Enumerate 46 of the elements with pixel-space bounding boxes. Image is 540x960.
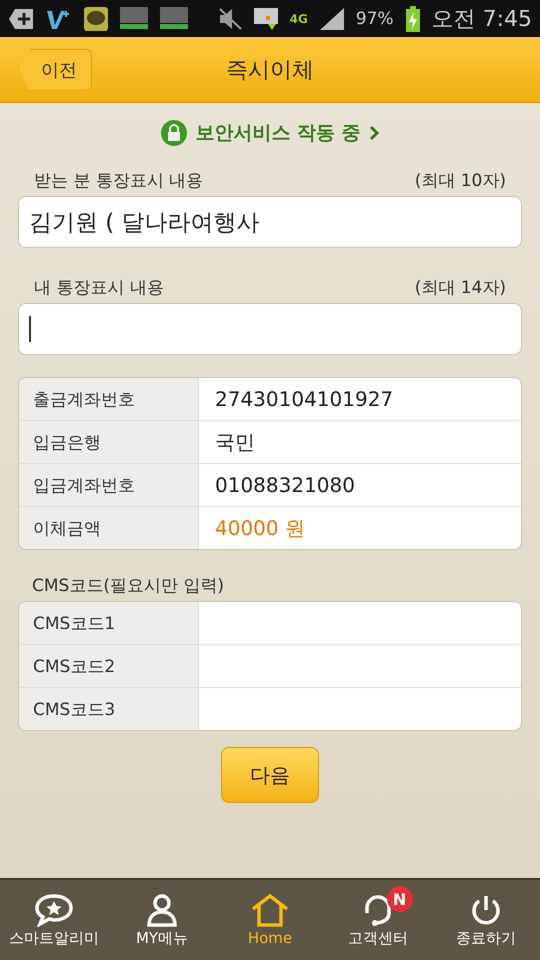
add-icon [8, 8, 34, 30]
text-cursor [29, 316, 31, 342]
max-length-hint: (최대 14자) [414, 277, 506, 299]
chat-star-icon [34, 892, 74, 926]
nav-tab[interactable]: N 고객센터 [324, 880, 432, 960]
field-label: 내 통장표시 내용 [34, 277, 164, 299]
row-label: 입금은행 [19, 421, 199, 463]
clock: 오전 7:45 [432, 6, 532, 34]
card-icon [120, 6, 148, 30]
home-icon [250, 893, 290, 927]
nav-tab[interactable]: Home [216, 880, 324, 960]
screen-title: 즉시이체 [226, 58, 314, 82]
row-value: 01088321080 [214, 472, 356, 499]
row-label: 출금계좌번호 [19, 378, 199, 420]
person-icon [145, 892, 179, 926]
input-value: 김기원 ( 달나라여행사 [29, 208, 260, 238]
battery-charging-icon [406, 6, 420, 32]
section-title: CMS코드(필요시만 입력) [31, 575, 225, 597]
row-label: 이체금액 [19, 507, 199, 549]
network-type: 4G [290, 12, 308, 26]
field-label: 받는 분 통장표시 내용 [34, 170, 204, 192]
mute-icon [218, 8, 242, 30]
amount-value: 40000 원 [214, 514, 306, 542]
row-label: CMS코드2 [19, 645, 199, 687]
signal-icon [320, 8, 344, 30]
nav-tab[interactable]: 스마트알리미 [0, 880, 108, 960]
text-input-field[interactable] [18, 303, 522, 355]
max-length-hint: (최대 10자) [414, 170, 506, 192]
card-icon [160, 6, 188, 30]
back-button[interactable]: 이전 [18, 48, 92, 90]
battery-percent: 97% [356, 8, 394, 28]
data-transfer-icon [254, 8, 278, 30]
row-value: 국민 [214, 428, 256, 456]
row-label: 입금계좌번호 [19, 464, 199, 506]
row-label: CMS코드1 [19, 602, 199, 644]
nav-tab[interactable]: MY메뉴 [108, 880, 216, 960]
notification-badge: N [386, 886, 413, 912]
text-input-field[interactable]: 김기원 ( 달나라여행사 [18, 196, 522, 248]
nav-tab[interactable]: 종료하기 [432, 880, 540, 960]
next-button[interactable]: 다음 [221, 747, 319, 803]
security-status-link[interactable]: 보안서비스 작동 중 [195, 120, 361, 146]
chat-app-icon [84, 6, 108, 30]
row-label: CMS코드3 [19, 688, 199, 730]
row-value: 27430104101927 [214, 386, 394, 413]
lock-icon [161, 120, 188, 146]
chevron-right-icon [368, 125, 379, 141]
